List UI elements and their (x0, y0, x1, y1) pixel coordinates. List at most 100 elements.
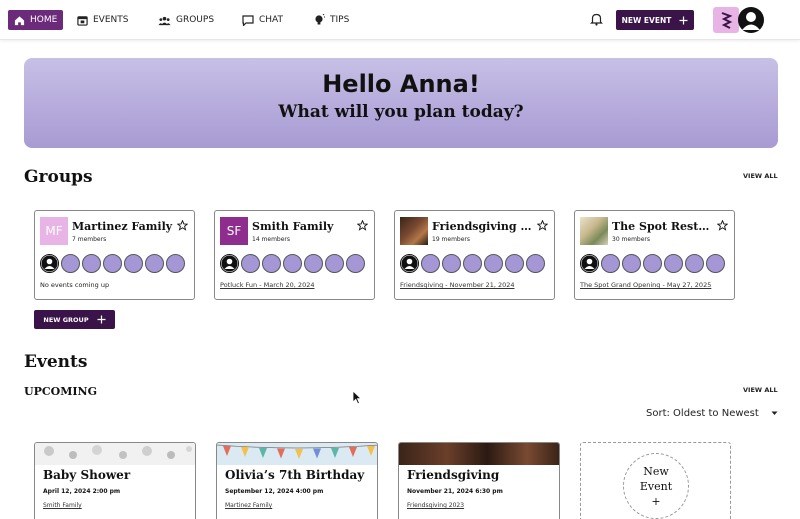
chat-icon (242, 14, 254, 26)
user-icon (742, 12, 760, 30)
events-heading: Events (24, 352, 88, 372)
member-avatar (283, 254, 302, 273)
new-group-button[interactable]: NEW GROUP (34, 310, 115, 329)
new-event-line1: New (643, 464, 669, 478)
bell-icon[interactable] (590, 12, 603, 26)
plus-icon (97, 315, 106, 324)
event-card-friendsgiving[interactable]: Friendsgiving November 21, 2024 6:30 pm … (398, 442, 560, 519)
group-next-event-link[interactable]: Friendsgiving - November 21, 2024 (400, 281, 515, 289)
plus-icon (679, 16, 688, 24)
member-avatar (346, 254, 365, 273)
nav-tips-label: TIPS (330, 15, 350, 25)
member-avatar (442, 254, 461, 273)
group-next-event-link[interactable]: Potluck Fun - March 20, 2024 (220, 281, 314, 289)
event-banner (217, 443, 377, 465)
event-group-link[interactable]: Martinez Family (225, 502, 272, 509)
home-icon (14, 15, 25, 25)
member-avatar (484, 254, 503, 273)
new-event-card[interactable]: New Event + (580, 442, 731, 519)
member-avatar (325, 254, 344, 273)
star-icon[interactable] (357, 220, 368, 231)
nav-groups[interactable]: GROUPS (158, 10, 214, 30)
group-photo (400, 217, 428, 245)
event-card-birthday[interactable]: Olivia’s 7th Birthday September 12, 2024… (216, 442, 378, 519)
group-thumbnail: SF (220, 217, 248, 245)
lightbulb-icon (315, 14, 325, 25)
group-card-smith[interactable]: SF Smith Family 14 members Potluck Fun -… (214, 210, 375, 300)
groups-view-all-link[interactable]: VIEW ALL (743, 172, 778, 180)
caret-down-icon (771, 411, 778, 415)
nav-events[interactable]: EVENTS (77, 10, 128, 30)
group-name: Friendsgiving 2… (432, 220, 534, 233)
calendar-icon (77, 15, 88, 26)
member-avatar (685, 254, 704, 273)
member-avatars (40, 254, 185, 273)
groups-heading: Groups (24, 167, 93, 187)
nav-home[interactable]: HOME (8, 10, 64, 30)
user-icon (220, 254, 239, 273)
new-event-circle-button[interactable]: New Event + (623, 453, 689, 519)
nav-home-label: HOME (30, 15, 58, 25)
user-icon (40, 254, 59, 273)
upcoming-heading: UPCOMING (24, 385, 97, 398)
member-avatar (421, 254, 440, 273)
group-member-count: 30 members (612, 236, 651, 243)
event-group-link[interactable]: Smith Family (43, 502, 82, 509)
group-next-event: No events coming up (40, 281, 110, 289)
new-event-button[interactable]: NEW EVENT (616, 10, 694, 30)
event-title: Olivia’s 7th Birthday (225, 468, 365, 482)
group-initials: SF (226, 224, 242, 238)
bunting-graphic (217, 444, 377, 459)
sort-dropdown[interactable]: Sort: Oldest to Newest (646, 408, 778, 419)
group-member-count: 19 members (432, 236, 471, 243)
star-icon[interactable] (537, 220, 548, 231)
event-date: April 12, 2024 2:00 pm (43, 488, 121, 495)
page-title: Hello Anna! (322, 70, 480, 98)
group-photo (580, 217, 608, 245)
nav-tips[interactable]: TIPS (314, 10, 349, 30)
member-avatar (505, 254, 524, 273)
member-avatar (706, 254, 725, 273)
member-avatars (580, 254, 725, 273)
plus-icon: + (651, 494, 661, 508)
group-next-event-link[interactable]: The Spot Grand Opening - May 27, 2025 (580, 281, 711, 289)
member-avatar (124, 254, 143, 273)
page-subtitle: What will you plan today? (278, 102, 524, 122)
events-view-all-link[interactable]: VIEW ALL (743, 386, 778, 394)
mouse-cursor-icon (352, 390, 362, 405)
member-avatar (145, 254, 164, 273)
new-event-line2: Event (639, 479, 673, 493)
event-title: Baby Shower (43, 468, 131, 482)
user-icon (580, 254, 599, 273)
event-group-link[interactable]: Friendsgiving 2023 (407, 502, 464, 509)
star-icon[interactable] (177, 220, 188, 231)
app-logo[interactable] (713, 7, 739, 33)
group-card-the-spot[interactable]: The Spot Restau… 30 members The Spot Gra… (574, 210, 735, 300)
member-avatar (82, 254, 101, 273)
nav-events-label: EVENTS (93, 15, 129, 25)
avatar[interactable] (738, 7, 764, 33)
member-avatar (622, 254, 641, 273)
member-avatar (166, 254, 185, 273)
new-group-button-label: NEW GROUP (43, 315, 89, 324)
nav-chat[interactable]: CHAT (242, 10, 283, 30)
welcome-banner: Hello Anna! What will you plan today? (24, 58, 778, 148)
group-name: Martinez Family (72, 220, 173, 233)
sort-label: Sort: Oldest to Newest (646, 408, 759, 419)
group-member-count: 7 members (72, 236, 107, 243)
star-icon[interactable] (717, 220, 728, 231)
top-nav: HOME EVENTS GROUPS CHAT TIPS NEW EVENT (0, 0, 800, 40)
group-card-martinez[interactable]: MF Martinez Family 7 members No events c… (34, 210, 195, 300)
member-avatar (61, 254, 80, 273)
group-name: The Spot Restau… (612, 220, 714, 233)
member-avatar (103, 254, 122, 273)
member-avatar (664, 254, 683, 273)
group-card-friendsgiving[interactable]: Friendsgiving 2… 19 members Friendsgivin… (394, 210, 555, 300)
member-avatar (463, 254, 482, 273)
new-event-button-label: NEW EVENT (621, 15, 672, 25)
member-avatar (304, 254, 323, 273)
event-title: Friendsgiving (407, 468, 500, 482)
member-avatars (220, 254, 365, 273)
event-card-baby-shower[interactable]: Baby Shower April 12, 2024 2:00 pm Smith… (34, 442, 196, 519)
group-thumbnail: MF (40, 217, 68, 245)
